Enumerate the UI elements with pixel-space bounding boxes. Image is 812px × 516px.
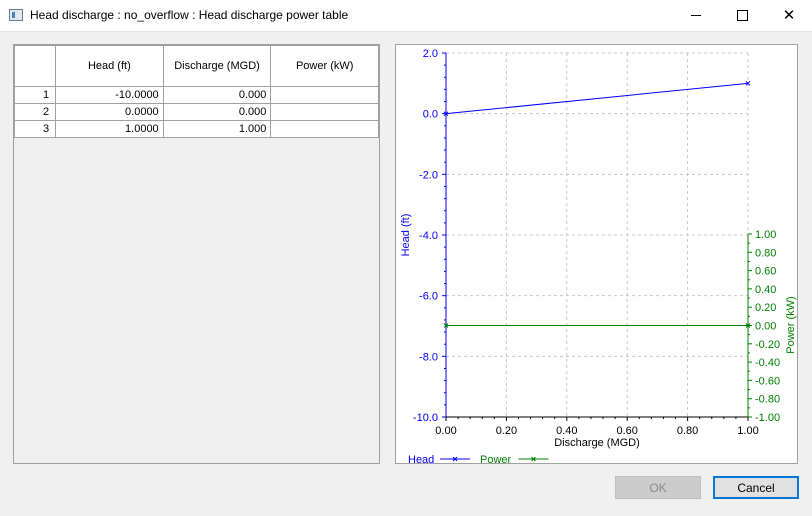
y-left-tick-label: 0.0 — [423, 109, 438, 121]
row-number[interactable]: 1 — [14, 86, 56, 104]
table-row: 3 1.0000 1.000 — [14, 120, 379, 138]
column-header-power[interactable]: Power (kW) — [270, 45, 379, 87]
table-panel: Head (ft) Discharge (MGD) Power (kW) 1 -… — [13, 44, 380, 464]
head-cell[interactable]: 0.0000 — [54, 103, 164, 121]
x-axis-title: Discharge (MGD) — [554, 437, 640, 449]
y-left-tick-label: -6.0 — [419, 291, 438, 303]
discharge-cell[interactable]: 0.000 — [162, 103, 272, 121]
legend-label-head: Head — [408, 454, 434, 465]
head-power-chart: 0.00 0.20 0.40 0.60 0.80 1.00 2.0 0.0 -2.0 -4.0 -6… — [400, 48, 797, 465]
x-tick-label: 0.00 — [435, 425, 456, 437]
resize-grip[interactable] — [0, 50, 2, 450]
x-tick-label: 0.40 — [556, 425, 577, 437]
chart-panel: 0.00 0.20 0.40 0.60 0.80 1.00 2.0 0.0 -2.0 -4.0 -6… — [395, 44, 798, 465]
y-right-tick-label: 0.60 — [755, 266, 776, 278]
y-right-tick-label: 0.20 — [755, 302, 776, 314]
legend-label-power: Power — [480, 454, 512, 465]
row-number[interactable]: 2 — [14, 103, 56, 121]
app-icon — [9, 9, 23, 21]
y-right-tick-label: 0.00 — [755, 321, 776, 333]
minimize-icon — [691, 15, 701, 16]
title-bar: Head discharge : no_overflow : Head disc… — [0, 0, 812, 32]
x-tick-label: 0.60 — [616, 425, 637, 437]
y-left-tick-label: -10.0 — [413, 412, 438, 424]
x-tick-label: 1.00 — [737, 425, 758, 437]
y-right-tick-label: -1.00 — [755, 412, 780, 424]
x-tick-label: 0.80 — [677, 425, 698, 437]
table-row: 2 0.0000 0.000 — [14, 103, 379, 121]
head-cell[interactable]: -10.0000 — [54, 86, 164, 104]
ok-button[interactable]: OK — [615, 476, 701, 499]
y-right-tick-label: -0.60 — [755, 375, 780, 387]
row-number[interactable]: 3 — [14, 120, 56, 138]
y-right-tick-label: -0.80 — [755, 394, 780, 406]
minimize-button[interactable] — [673, 0, 719, 31]
column-header-discharge[interactable]: Discharge (MGD) — [162, 45, 272, 87]
window-title: Head discharge : no_overflow : Head disc… — [30, 8, 349, 22]
power-cell[interactable] — [270, 86, 379, 104]
maximize-button[interactable] — [719, 0, 765, 31]
head-discharge-table: Head (ft) Discharge (MGD) Power (kW) 1 -… — [14, 45, 379, 138]
x-tick-label: 0.20 — [496, 425, 517, 437]
maximize-icon — [736, 10, 748, 21]
y-right-tick-label: 1.00 — [755, 229, 776, 241]
power-cell[interactable] — [270, 120, 379, 138]
close-button[interactable]: ✕ — [766, 0, 812, 31]
head-cell[interactable]: 1.0000 — [54, 120, 164, 138]
y-right-axis-title: Power (kW) — [785, 296, 797, 353]
y-left-tick-label: -4.0 — [419, 230, 438, 242]
y-right-tick-label: -0.40 — [755, 357, 780, 369]
y-right-tick-label: -0.20 — [755, 339, 780, 351]
power-cell[interactable] — [270, 103, 379, 121]
column-header-head[interactable]: Head (ft) — [54, 45, 164, 87]
y-right-tick-label: 0.40 — [755, 284, 776, 296]
y-right-tick-label: 0.80 — [755, 247, 776, 259]
cancel-button[interactable]: Cancel — [713, 476, 799, 499]
y-left-axis-title: Head (ft) — [400, 214, 412, 257]
discharge-cell[interactable]: 1.000 — [162, 120, 272, 138]
y-left-tick-label: -2.0 — [419, 169, 438, 181]
series-line-head — [445, 82, 749, 115]
y-left-tick-label: -8.0 — [419, 351, 438, 363]
table-row: 1 -10.0000 0.000 — [14, 86, 379, 104]
row-header-corner[interactable] — [14, 45, 56, 87]
close-icon: ✕ — [782, 7, 796, 24]
table-header-row: Head (ft) Discharge (MGD) Power (kW) — [14, 45, 379, 87]
y-left-tick-label: 2.0 — [423, 48, 438, 60]
discharge-cell[interactable]: 0.000 — [162, 86, 272, 104]
